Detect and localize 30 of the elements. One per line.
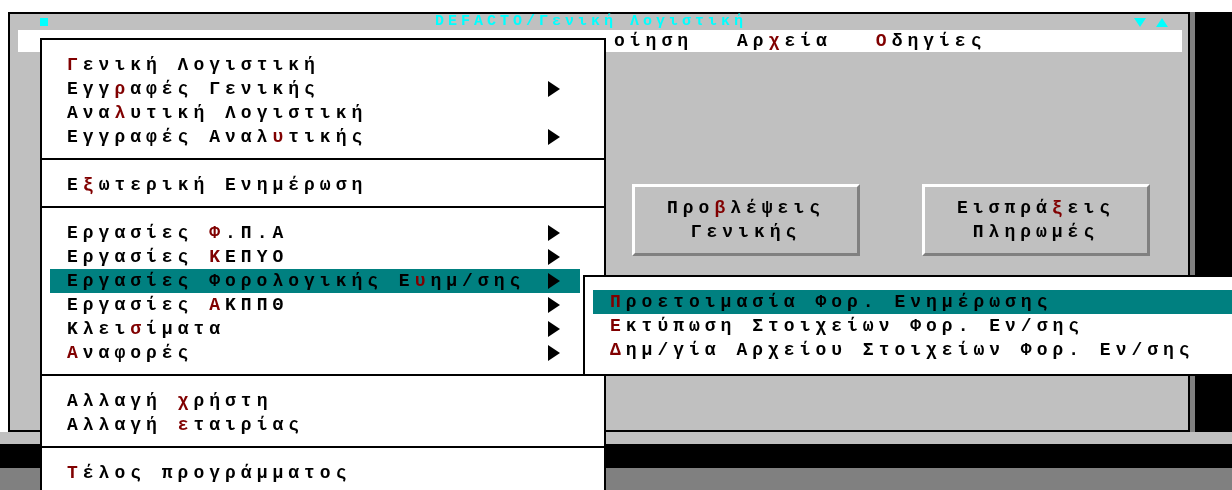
menu-item[interactable]: Ε ξ ωτερική Ενημέρωση <box>50 173 580 197</box>
menu-item[interactable]: Εργασίες Α ΚΠΠΘ <box>50 293 580 317</box>
submenu-arrow-icon <box>548 345 560 361</box>
menu-item[interactable]: Π ροετοιμασία Φορ. Ενημέρωσης <box>593 290 1232 314</box>
square-icon[interactable] <box>40 18 48 26</box>
submenu-arrow-icon <box>548 225 560 241</box>
menu-item[interactable]: Εργασίες Φ.Π.Α <box>50 221 580 245</box>
menu-item[interactable]: Αλλαγή ε ταιρίας <box>50 413 580 437</box>
menu-button[interactable]: Εισπρά ξ εις Πληρωμές <box>922 184 1150 256</box>
submenu-arrow-icon <box>548 273 560 289</box>
menu-item[interactable]: Ανα λ υτική Λογιστική <box>50 101 580 125</box>
menu-bar-item[interactable]: οίηση <box>614 30 693 52</box>
menu-item[interactable]: Εργασίες Φορολογικής Ε υ ημ/σης <box>50 269 580 293</box>
submenu-arrow-icon <box>548 129 560 145</box>
menu-button[interactable]: Προ β λέψεις Γενικής <box>632 184 860 256</box>
menu-item[interactable]: Ε κτύπωση Στοιχείων Φορ. Εν/σης <box>593 314 1232 338</box>
menu-item[interactable]: Εγγραφές Αναλ υ τικής <box>50 125 580 149</box>
menu-item[interactable]: Α ναφορές <box>50 341 580 365</box>
menu-bar-item[interactable]: Ο δηγίες <box>875 30 987 52</box>
menu-item[interactable]: Αλλαγή χ ρήστη <box>50 389 580 413</box>
submenu-arrow-icon <box>548 81 560 97</box>
menu-item[interactable]: Γ ενική Λογιστική <box>50 53 580 77</box>
menu-item[interactable]: Τ έλος προγράμματος <box>50 461 580 485</box>
menu-bar-item[interactable]: Αρ χ εία <box>737 30 832 52</box>
menu-item[interactable]: Δ ημ/γία Αρχείου Στοιχείων Φορ. Εν/σης <box>593 338 1232 362</box>
menu-item[interactable]: Εγγ ρ αφές Γενικής <box>50 77 580 101</box>
window-title: DEFACTO/Γενική Λογιστική <box>433 14 748 30</box>
submenu-arrow-icon <box>548 297 560 313</box>
menu-item[interactable]: Κλει σ ίματα <box>50 317 580 341</box>
submenu-arrow-icon <box>548 321 560 337</box>
